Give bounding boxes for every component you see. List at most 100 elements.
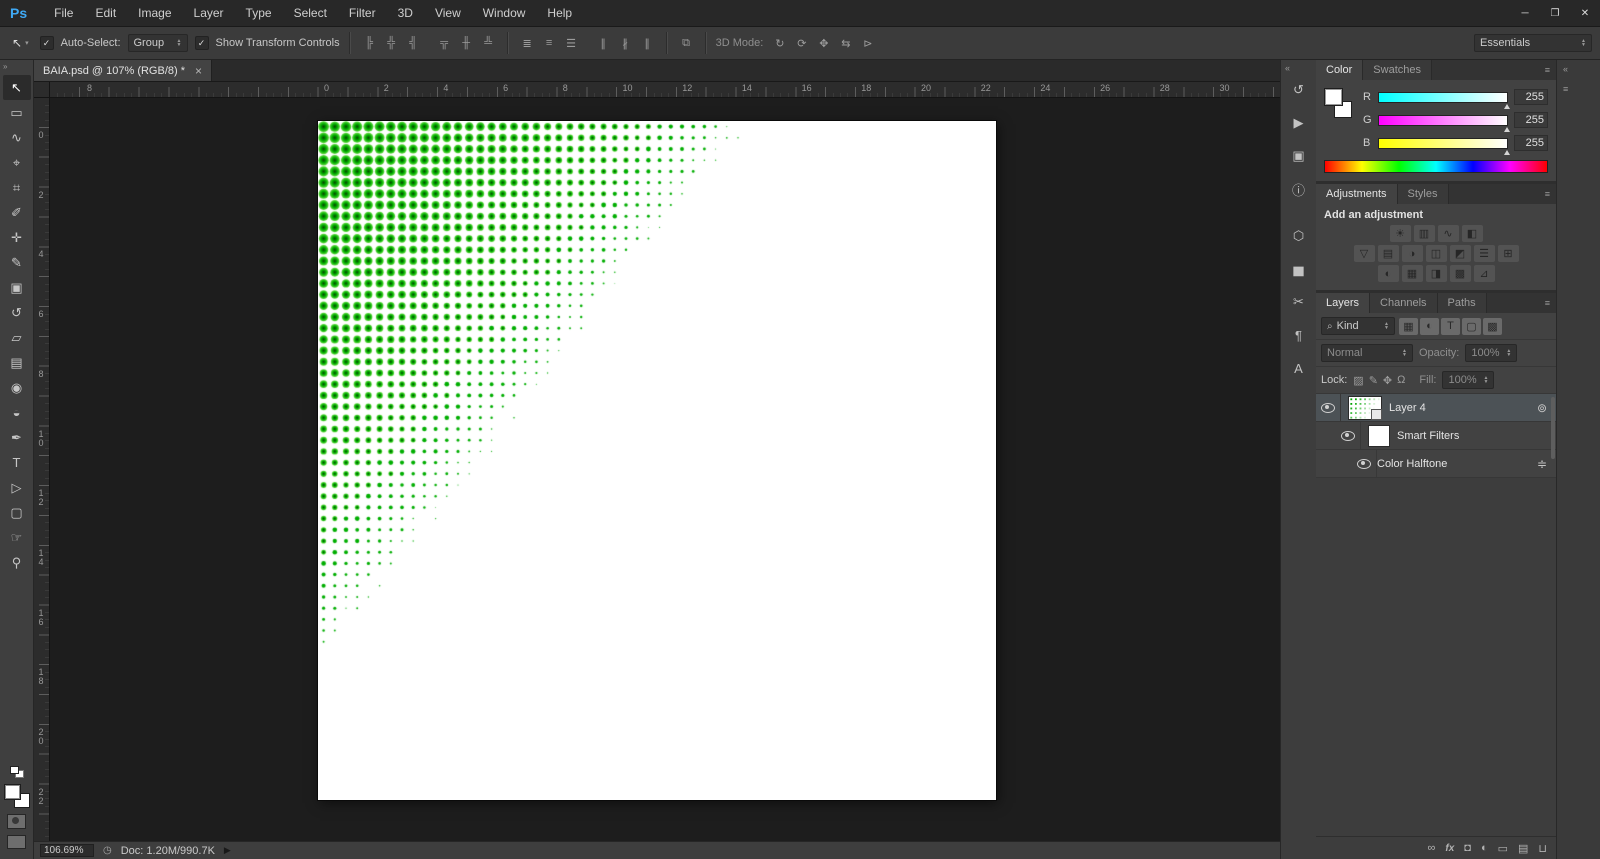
tab-channels[interactable]: Channels (1370, 293, 1438, 313)
zoom-level-field[interactable]: 106.69% (40, 844, 94, 857)
eyedropper-tool[interactable]: ✐ (3, 200, 31, 225)
new-adjustment-layer-icon[interactable]: ◐ (1481, 842, 1488, 854)
adjustment-levels-icon[interactable]: ▥ (1413, 225, 1435, 242)
fill-dropdown[interactable]: 100% (1442, 371, 1495, 389)
menu-edit[interactable]: Edit (84, 6, 127, 20)
zoom-tool[interactable]: ⚲ (3, 550, 31, 575)
character-panel-icon[interactable]: A (1286, 356, 1312, 380)
lock-position-icon[interactable]: ✥ (1383, 374, 1392, 387)
adjustment-black-white-icon[interactable]: ◫ (1425, 245, 1447, 262)
path-selection-tool[interactable]: ▷ (3, 475, 31, 500)
properties-panel-icon[interactable]: ▣ (1286, 144, 1312, 168)
distribute-vertical-centers-icon[interactable]: ≡ (540, 35, 559, 51)
quick-mask-button[interactable] (7, 814, 26, 829)
new-group-icon[interactable]: ▭ (1498, 842, 1508, 855)
paragraph-panel-icon[interactable]: ¶ (1286, 323, 1312, 347)
auto-select-mode-dropdown[interactable]: Group (127, 34, 188, 52)
layer-style-icon[interactable]: fx (1445, 843, 1454, 854)
channel-slider-r[interactable] (1378, 91, 1510, 109)
distribute-bottom-edges-icon[interactable]: ☰ (562, 35, 581, 51)
dodge-tool[interactable]: ◒ (3, 400, 31, 425)
distribute-top-edges-icon[interactable]: ≣ (518, 35, 537, 51)
add-layer-mask-icon[interactable]: ◘ (1464, 842, 1471, 854)
rectangular-marquee-tool[interactable]: ▭ (3, 100, 31, 125)
crop-tool[interactable]: ⌗ (3, 175, 31, 200)
color-panel-swatches[interactable] (1324, 88, 1354, 118)
adjustment-exposure-icon[interactable]: ◧ (1461, 225, 1483, 242)
visibility-eye-icon[interactable] (1352, 450, 1377, 477)
rectangle-tool[interactable]: ▢ (3, 500, 31, 525)
document-canvas[interactable] (318, 121, 996, 800)
3d-panel-icon[interactable]: ⬡ (1286, 224, 1312, 248)
info-panel-icon[interactable]: ⓘ (1286, 177, 1312, 201)
link-layers-icon[interactable]: ∞ (1428, 842, 1436, 854)
layer-name[interactable]: Layer 4 (1389, 402, 1426, 414)
adjustment-selective-color-icon[interactable]: ⊿ (1473, 265, 1495, 282)
restore-button[interactable]: ❐ (1540, 3, 1570, 23)
menu-layer[interactable]: Layer (183, 6, 235, 20)
tools-expand-icon[interactable]: » (0, 60, 33, 75)
histogram-panel-icon[interactable]: ▅ (1286, 257, 1312, 281)
tab-adjustments[interactable]: Adjustments (1316, 184, 1398, 204)
tab-close-icon[interactable]: × (195, 64, 202, 78)
filter-options-icon[interactable]: ≑ (1537, 457, 1547, 471)
history-brush-tool[interactable]: ↺ (3, 300, 31, 325)
visibility-eye-icon[interactable] (1336, 422, 1361, 449)
workspace-switcher[interactable]: Essentials (1474, 34, 1592, 52)
channel-slider-g[interactable] (1378, 114, 1510, 132)
adjustment-curves-icon[interactable]: ∿ (1437, 225, 1459, 242)
channel-value-r[interactable]: 255 (1514, 89, 1548, 105)
status-menu-arrow-icon[interactable]: ▶ (224, 845, 231, 856)
auto-select-checkbox[interactable] (39, 36, 54, 50)
channel-value-g[interactable]: 255 (1514, 112, 1548, 128)
layer-row-color-halftone[interactable]: Color Halftone ≑ (1316, 450, 1556, 478)
zoom-3d-camera-icon[interactable]: ⊳ (858, 35, 877, 51)
adjustment-gradient-map-icon[interactable]: ▩ (1449, 265, 1471, 282)
layer-row-layer-4[interactable]: Layer 4 ⊚ (1316, 394, 1556, 422)
opacity-dropdown[interactable]: 100% (1465, 344, 1518, 362)
tab-styles[interactable]: Styles (1397, 184, 1449, 204)
color-spectrum-ramp[interactable] (1324, 160, 1548, 173)
filter-pixel-layers-icon[interactable]: ▦ (1399, 317, 1418, 335)
filter-mask-thumbnail[interactable] (1368, 424, 1390, 447)
tab-color[interactable]: Color (1316, 60, 1364, 80)
filter-smart-objects-icon[interactable]: ▩ (1483, 317, 1502, 335)
blend-mode-dropdown[interactable]: Normal (1321, 344, 1413, 362)
delete-layer-icon[interactable]: ⊔ (1538, 842, 1547, 855)
type-tool[interactable]: T (3, 450, 31, 475)
menu-view[interactable]: View (424, 6, 472, 20)
distribute-left-edges-icon[interactable]: ∥ (594, 35, 613, 51)
minimize-button[interactable]: ─ (1510, 3, 1540, 23)
panel-menu-icon[interactable]: ≡ (1539, 298, 1556, 308)
panel-menu-icon[interactable]: ≡ (1563, 84, 1600, 94)
align-left-edges-icon[interactable]: ╠ (360, 35, 379, 51)
adjustment-posterize-icon[interactable]: ▦ (1401, 265, 1423, 282)
roll-3d-camera-icon[interactable]: ⟳ (792, 35, 811, 51)
lasso-tool[interactable]: ∿ (3, 125, 31, 150)
panel-menu-icon[interactable]: ≡ (1539, 189, 1556, 199)
adjustment-color-balance-icon[interactable]: ◑ (1401, 245, 1423, 262)
clone-stamp-tool[interactable]: ▣ (3, 275, 31, 300)
adjustment-hue-saturation-icon[interactable]: ▤ (1377, 245, 1399, 262)
channel-slider-b[interactable] (1378, 137, 1510, 155)
menu-type[interactable]: Type (235, 6, 283, 20)
panel-menu-icon[interactable]: ≡ (1539, 65, 1556, 75)
smart-filter-indicator-icon[interactable]: ⊚ (1537, 401, 1547, 415)
move-tool[interactable]: ↖ (2, 75, 31, 100)
align-top-edges-icon[interactable]: ╦ (435, 35, 454, 51)
filter-adjustment-layers-icon[interactable]: ◐ (1420, 317, 1439, 335)
blur-tool[interactable]: ◉ (3, 375, 31, 400)
lock-transparency-icon[interactable]: ▨ (1353, 374, 1363, 387)
hand-tool[interactable]: ☞ (3, 525, 31, 550)
adjustment-channel-mixer-icon[interactable]: ☰ (1473, 245, 1495, 262)
rotate-3d-camera-icon[interactable]: ↻ (770, 35, 789, 51)
new-layer-icon[interactable]: ▤ (1518, 842, 1528, 855)
adjustment-invert-icon[interactable]: ◐ (1377, 265, 1399, 282)
adjustment-vibrance-icon[interactable]: ▽ (1353, 245, 1375, 262)
align-bottom-edges-icon[interactable]: ╩ (479, 35, 498, 51)
tab-paths[interactable]: Paths (1437, 293, 1487, 313)
gradient-tool[interactable]: ▤ (3, 350, 31, 375)
screen-mode-button[interactable] (7, 835, 26, 849)
quick-selection-tool[interactable]: ⌖ (3, 150, 31, 175)
menu-window[interactable]: Window (472, 6, 537, 20)
